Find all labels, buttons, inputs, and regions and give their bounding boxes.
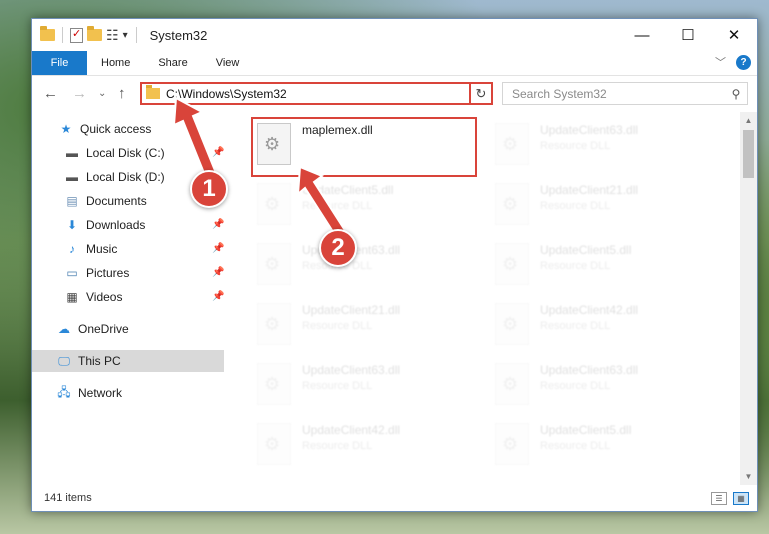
step-1-badge: 1: [190, 170, 228, 208]
step-2-badge: 2: [319, 229, 357, 267]
annotation-arrows: [172, 96, 348, 240]
arrow-1: [172, 96, 218, 180]
arrow-2: [296, 165, 348, 240]
